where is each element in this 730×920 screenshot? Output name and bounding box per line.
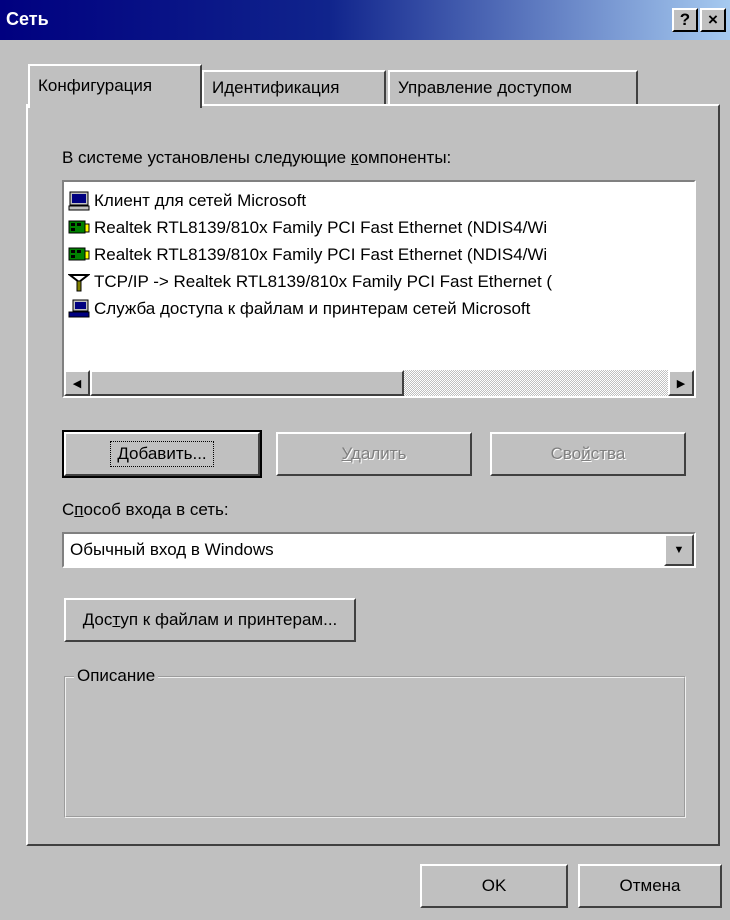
cancel-button[interactable]: Отмена [578, 864, 722, 908]
heading-text-end: омпоненты: [358, 148, 452, 167]
help-button[interactable]: ? [672, 8, 698, 32]
network-adapter-icon [68, 220, 90, 234]
file-sharing-service-icon [68, 299, 90, 318]
tab-label: Управление доступом [398, 78, 572, 97]
close-button[interactable]: × [700, 8, 726, 32]
scroll-right-icon[interactable]: ▶ [668, 370, 694, 396]
list-item-label: Realtek RTL8139/810x Family PCI Fast Eth… [94, 218, 548, 237]
title-bar[interactable]: Сеть ? × [0, 0, 730, 40]
scrollbar-thumb[interactable] [90, 370, 404, 396]
list-item-label: TCP/IP -> Realtek RTL8139/810x Family PC… [94, 272, 553, 291]
list-item-label: Клиент для сетей Microsoft [94, 191, 307, 210]
tab-label: Конфигурация [38, 76, 153, 95]
tab-configuration[interactable]: Конфигурация [28, 64, 202, 108]
client-icon [68, 191, 90, 211]
add-button-label: Добавить... [110, 441, 214, 467]
horizontal-scrollbar[interactable]: ◀ ▶ [64, 370, 694, 396]
ok-button[interactable]: OK [420, 864, 568, 908]
window-title: Сеть [6, 9, 49, 29]
add-button[interactable]: Добавить... [62, 430, 262, 478]
properties-button-label: Свойства [550, 444, 626, 463]
heading-hotkey: к [350, 148, 359, 167]
list-item[interactable]: Служба доступа к файлам и принтерам сете… [68, 296, 530, 322]
file-sharing-button-label: Доступ к файлам и принтерам... [82, 610, 338, 629]
list-item[interactable]: Realtek RTL8139/810x Family PCI Fast Eth… [68, 242, 547, 268]
tab-access-control[interactable]: Управление доступом [388, 70, 638, 104]
cancel-button-label: Отмена [619, 876, 681, 895]
scroll-left-icon[interactable]: ◀ [64, 370, 90, 396]
file-sharing-button[interactable]: Доступ к файлам и принтерам... [64, 598, 356, 642]
list-item[interactable]: Realtek RTL8139/810x Family PCI Fast Eth… [68, 215, 547, 241]
list-item[interactable]: Клиент для сетей Microsoft [68, 188, 306, 214]
list-item[interactable]: TCP/IP -> Realtek RTL8139/810x Family PC… [68, 269, 552, 295]
heading-text: В системе установлены следующие [62, 148, 351, 167]
remove-button[interactable]: Удалить [276, 432, 472, 476]
tab-label: Идентификация [212, 78, 340, 97]
protocol-icon [68, 274, 90, 292]
logon-method-value: Обычный вход в Windows [70, 540, 274, 559]
properties-button[interactable]: Свойства [490, 432, 686, 476]
description-group: Описание [64, 666, 686, 818]
logon-method-select[interactable]: Обычный вход в Windows ▼ [62, 532, 696, 568]
network-adapter-icon [68, 247, 90, 261]
components-list[interactable]: Клиент для сетей Microsoft Realtek RTL81… [62, 180, 696, 398]
ok-button-label: OK [481, 876, 507, 895]
list-item-label: Служба доступа к файлам и принтерам сете… [94, 299, 531, 318]
list-item-label: Realtek RTL8139/810x Family PCI Fast Eth… [94, 245, 548, 264]
chevron-down-icon[interactable]: ▼ [664, 534, 694, 566]
components-heading: В системе установлены следующие компонен… [62, 148, 451, 168]
remove-button-label: Удалить [341, 444, 407, 463]
logon-method-label: Способ входа в сеть: [62, 500, 229, 519]
description-label: Описание [74, 666, 159, 686]
tab-identification[interactable]: Идентификация [202, 70, 386, 104]
